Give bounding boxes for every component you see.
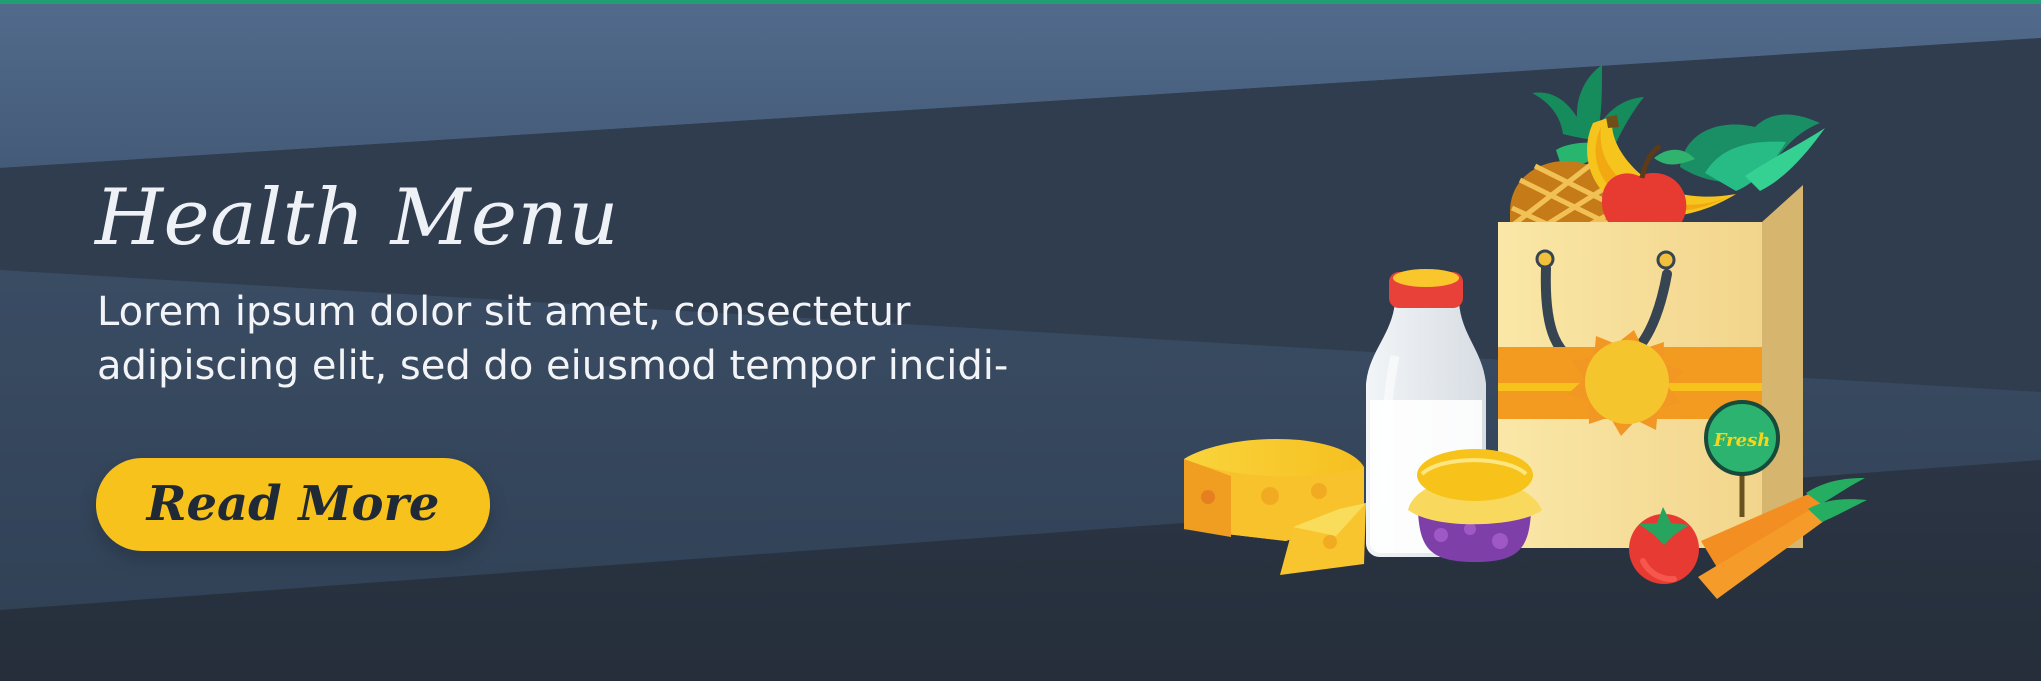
top-accent-line	[0, 0, 2041, 4]
banner-description: Lorem ipsum dolor sit amet, consectetur …	[97, 285, 1057, 393]
jam-jar-icon	[1408, 449, 1542, 562]
health-menu-banner: Health Menu Lorem ipsum dolor sit amet, …	[0, 0, 2041, 681]
description-line-2: adipiscing elit, sed do eiusmod tempor i…	[97, 343, 1009, 389]
read-more-button[interactable]: Read More	[96, 458, 490, 551]
cheese-icon	[1184, 438, 1366, 575]
page-title: Health Menu	[95, 173, 620, 263]
lettuce-icon	[1680, 114, 1825, 191]
grocery-bag-icon	[1498, 185, 1803, 548]
fresh-label: Fresh	[1713, 430, 1771, 451]
description-line-1: Lorem ipsum dolor sit amet, consectetur	[97, 289, 911, 335]
grocery-illustration: Fresh	[1184, 65, 1867, 599]
